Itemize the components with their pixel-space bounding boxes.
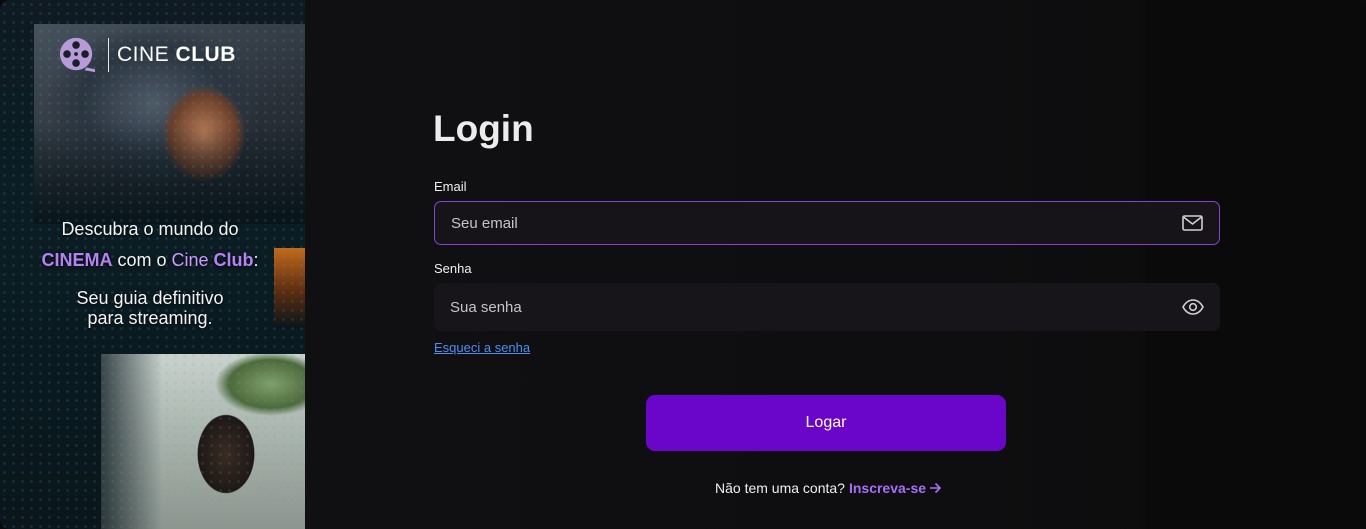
- tagline-line-2: CINEMA com o Cine Club:: [41, 250, 259, 270]
- signup-link[interactable]: Inscreva-se: [849, 480, 942, 496]
- hero-tagline: Descubra o mundo do CINEMA com o Cine Cl…: [0, 214, 300, 328]
- forgot-password-link[interactable]: Esqueci a senha: [434, 340, 530, 355]
- email-input[interactable]: [451, 214, 1181, 232]
- email-label: Email: [434, 179, 467, 194]
- signup-prompt: Não tem uma conta? Inscreva-se: [715, 480, 942, 496]
- arrow-right-icon: [930, 482, 942, 494]
- password-field-wrapper[interactable]: [434, 283, 1220, 331]
- eye-icon[interactable]: [1182, 296, 1204, 318]
- tagline-subtitle: Seu guia definitivo para streaming.: [76, 288, 224, 328]
- panel-shade: [1146, 0, 1366, 529]
- login-button[interactable]: Logar: [646, 395, 1006, 451]
- logo: CINE CLUB: [58, 36, 236, 74]
- mail-icon: [1181, 212, 1203, 234]
- film-reel-icon: [59, 37, 96, 73]
- promo-panel: CINE CLUB Descubra o mundo do CINEMA com…: [0, 0, 305, 529]
- logo-divider: [108, 38, 109, 72]
- login-page: CINE CLUB Descubra o mundo do CINEMA com…: [0, 0, 1366, 529]
- tagline-line-1: Descubra o mundo do: [61, 219, 239, 239]
- password-input[interactable]: [450, 298, 1182, 316]
- password-label: Senha: [434, 261, 472, 276]
- logo-text: CINE CLUB: [117, 43, 236, 66]
- login-panel: Login Email Senha Esqueci a senha Logar …: [305, 0, 1366, 529]
- email-field-wrapper[interactable]: [434, 201, 1220, 245]
- page-title: Login: [433, 108, 534, 149]
- no-account-text: Não tem uma conta?: [715, 480, 845, 496]
